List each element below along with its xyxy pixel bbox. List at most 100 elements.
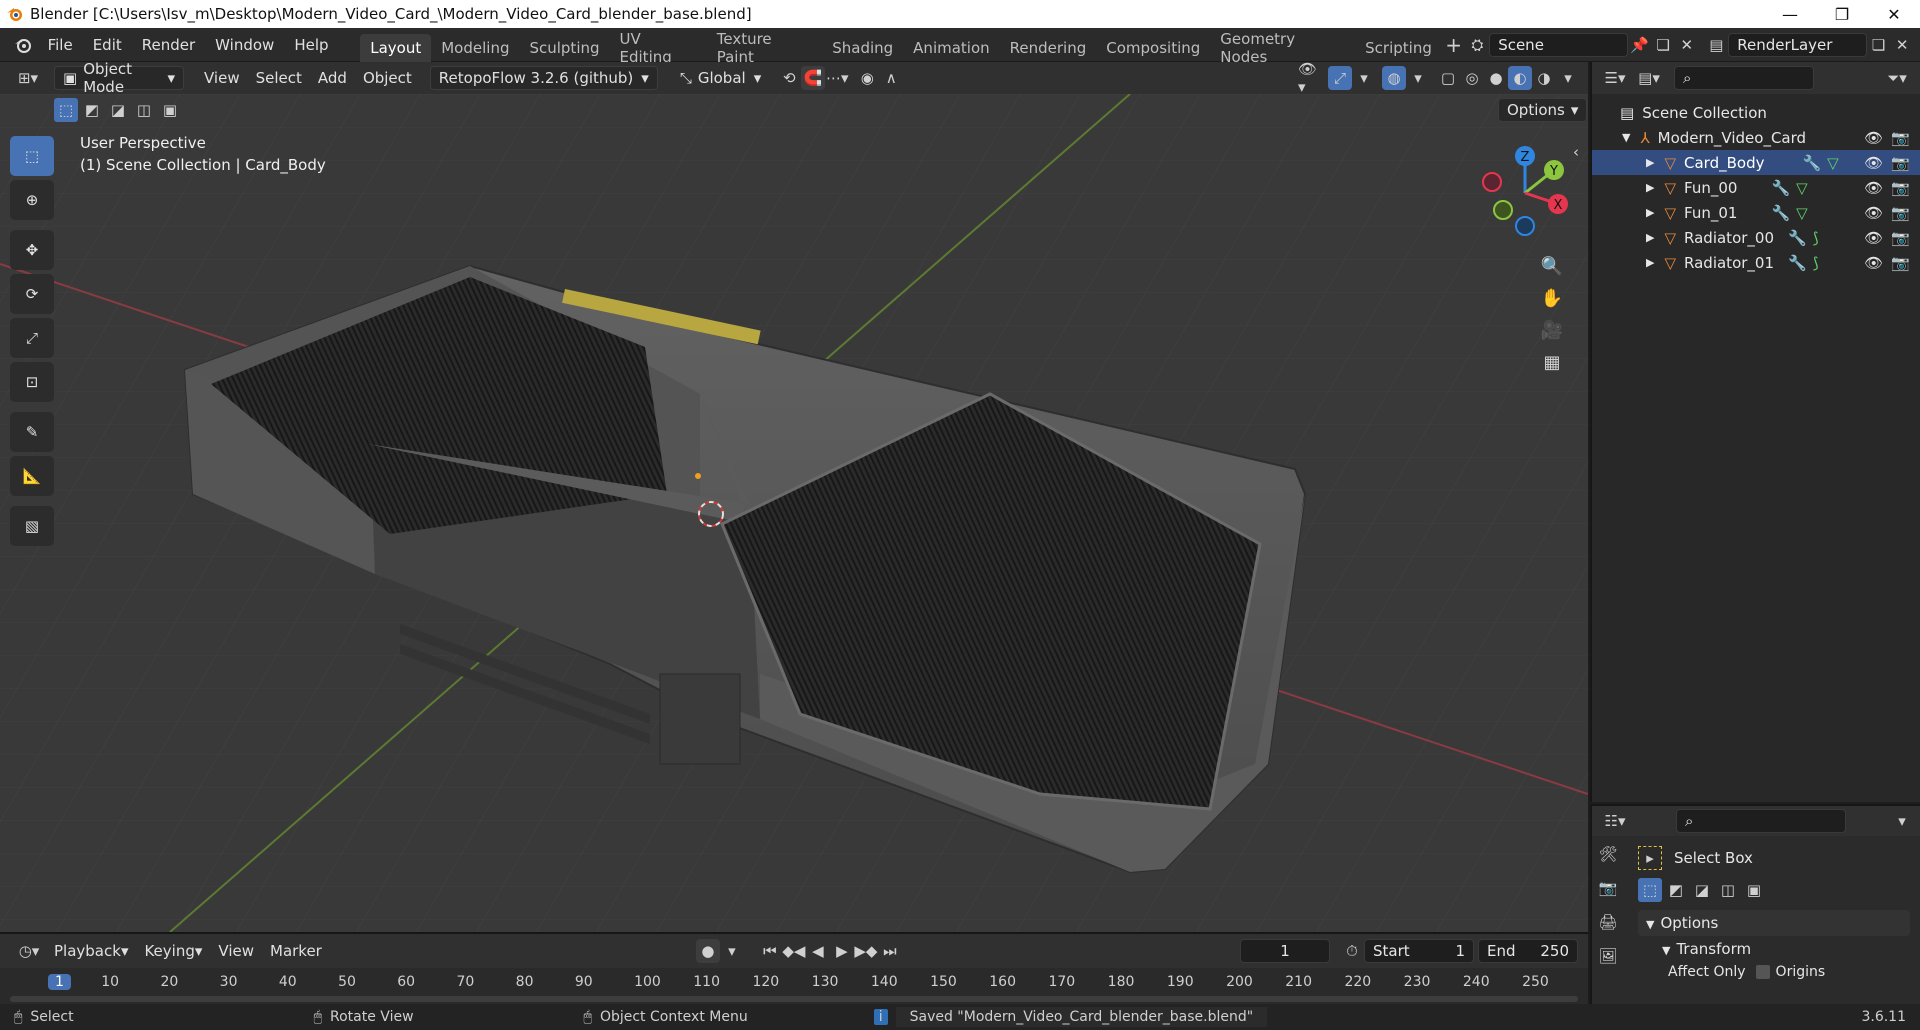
- tab-animation[interactable]: Animation: [903, 34, 999, 62]
- stopwatch-icon[interactable]: ⏱: [1340, 939, 1364, 963]
- select-new-icon[interactable]: ⬚: [54, 98, 78, 122]
- modifier-wrench-icon[interactable]: 🔧: [1771, 204, 1790, 222]
- outliner-search-input[interactable]: ⌕: [1674, 66, 1814, 90]
- overlay-dropdown-icon[interactable]: ▾: [1406, 66, 1430, 90]
- add-workspace-icon[interactable]: +: [1442, 33, 1466, 57]
- eye-icon[interactable]: 👁: [1864, 204, 1883, 222]
- output-properties-icon[interactable]: 🖨: [1596, 910, 1620, 934]
- select-new-icon[interactable]: ⬚: [1638, 878, 1662, 902]
- options-dropdown[interactable]: Options ▾: [1498, 98, 1588, 122]
- expand-arrow-icon[interactable]: ▶: [1646, 231, 1654, 244]
- zoom-icon[interactable]: 🔍: [1540, 254, 1564, 278]
- minimize-icon[interactable]: —: [1764, 0, 1816, 28]
- proportional-edit-icon[interactable]: ◉: [855, 66, 879, 90]
- menu-playback[interactable]: Playback ▾: [46, 939, 136, 963]
- menu-edit[interactable]: Edit: [83, 28, 132, 62]
- visibility-icon[interactable]: 👁▾: [1298, 60, 1322, 96]
- scale-tool-icon[interactable]: ⤢: [10, 318, 54, 358]
- end-frame-field[interactable]: End 250: [1478, 939, 1578, 963]
- menu-add[interactable]: Add: [310, 66, 355, 90]
- next-keyframe-icon[interactable]: ▶◆: [854, 939, 878, 963]
- falloff-icon[interactable]: ∧: [879, 66, 903, 90]
- origins-checkbox[interactable]: [1755, 965, 1770, 979]
- select-extend-icon[interactable]: ◩: [80, 98, 104, 122]
- expand-arrow-icon[interactable]: ▼: [1622, 131, 1630, 144]
- shading-dropdown-icon[interactable]: ▾: [1556, 66, 1580, 90]
- tab-layout[interactable]: Layout: [360, 33, 432, 62]
- new-scene-icon[interactable]: ❏: [1651, 33, 1675, 57]
- outliner-scene-collection[interactable]: ▤ Scene Collection: [1592, 100, 1920, 125]
- move-tool-icon[interactable]: ✥: [10, 230, 54, 270]
- expand-arrow-icon[interactable]: ▶: [1646, 156, 1654, 169]
- new-layer-icon[interactable]: ❏: [1867, 33, 1891, 57]
- overlay-icon[interactable]: ◍: [1382, 66, 1406, 90]
- expand-arrow-icon[interactable]: ▶: [1646, 181, 1654, 194]
- transform-subpanel[interactable]: ▼ Transform: [1638, 936, 1910, 962]
- render-layer-field[interactable]: RenderLayer: [1728, 32, 1867, 57]
- orientation-dropdown[interactable]: ⤡ Global ▾: [672, 66, 769, 90]
- blender-menu-icon[interactable]: [8, 33, 38, 57]
- tab-compositing[interactable]: Compositing: [1096, 34, 1210, 62]
- menu-keying[interactable]: Keying ▾: [136, 939, 210, 963]
- play-reverse-icon[interactable]: ◀: [806, 939, 830, 963]
- menu-render[interactable]: Render: [132, 28, 205, 62]
- expand-arrow-icon[interactable]: ▶: [1646, 206, 1654, 219]
- outliner-object-row[interactable]: ▶ ▽ Card_Body 🔧 ▽ 👁 📷: [1592, 150, 1920, 175]
- cursor-tool-icon[interactable]: ⊕: [10, 180, 54, 220]
- outliner-collection-row[interactable]: ▼ ⅄ Modern_Video_Card 👁 📷: [1592, 125, 1920, 150]
- mesh-data-icon[interactable]: ▽: [1796, 204, 1808, 222]
- pin-icon[interactable]: 📌: [1628, 33, 1652, 57]
- render-properties-icon[interactable]: 📷: [1596, 876, 1620, 900]
- outliner-editor-icon[interactable]: ☰▾: [1598, 66, 1632, 90]
- rotate-tool-icon[interactable]: ⟳: [10, 274, 54, 314]
- properties-search-input[interactable]: ⌕: [1676, 809, 1846, 833]
- outliner-object-row[interactable]: ▶ ▽ Fun_01 🔧 ▽ 👁 📷: [1592, 200, 1920, 225]
- select-invert-icon[interactable]: ◫: [1716, 878, 1740, 902]
- expand-arrow-icon[interactable]: ▶: [1646, 256, 1654, 269]
- menu-view[interactable]: View: [196, 66, 248, 90]
- material-shading-icon[interactable]: ◐: [1508, 66, 1532, 90]
- render-layer-icon[interactable]: ▤: [1705, 33, 1729, 57]
- modifier-wrench-icon[interactable]: 🔧: [1788, 254, 1807, 272]
- display-mode-icon[interactable]: ▤▾: [1632, 66, 1666, 90]
- tab-modeling[interactable]: Modeling: [431, 34, 519, 62]
- transform-tool-icon[interactable]: ⊡: [10, 362, 54, 402]
- filter-icon[interactable]: ⏷▾: [1880, 66, 1914, 90]
- tab-texture-paint[interactable]: Texture Paint: [707, 30, 823, 66]
- timeline-editor-icon[interactable]: ◷▾: [12, 939, 46, 963]
- editor-type-icon[interactable]: ⊞▾: [10, 66, 46, 90]
- retopoflow-dropdown[interactable]: RetopoFlow 3.2.6 (github) ▾: [429, 66, 658, 90]
- menu-help[interactable]: Help: [284, 28, 338, 62]
- wireframe-shading-icon[interactable]: ◎: [1460, 66, 1484, 90]
- select-invert-icon[interactable]: ◫: [132, 98, 156, 122]
- start-frame-field[interactable]: Start 1: [1364, 939, 1474, 963]
- record-icon[interactable]: ●: [695, 939, 720, 963]
- modifier-wrench-icon[interactable]: 🔧: [1788, 229, 1807, 247]
- snap-target-icon[interactable]: ⋯▾: [825, 66, 849, 90]
- eye-icon[interactable]: 👁: [1864, 254, 1883, 272]
- eye-icon[interactable]: 👁: [1864, 179, 1883, 197]
- camera-view-icon[interactable]: 🎥: [1540, 318, 1564, 342]
- menu-window[interactable]: Window: [205, 28, 284, 62]
- rendered-shading-icon[interactable]: ◑: [1532, 66, 1556, 90]
- select-subtract-icon[interactable]: ◪: [1690, 878, 1714, 902]
- view-layer-icon[interactable]: 🖼: [1596, 944, 1620, 968]
- outliner-object-row[interactable]: ▶ ▽ Fun_00 🔧 ▽ 👁 📷: [1592, 175, 1920, 200]
- pivot-icon[interactable]: ⟲: [777, 66, 801, 90]
- modifier-wrench-icon[interactable]: 🔧: [1802, 154, 1821, 172]
- scene-selector-icon[interactable]: ⛭: [1466, 33, 1490, 57]
- tool-settings-icon[interactable]: 🛠: [1596, 842, 1620, 866]
- modifier-wrench-icon[interactable]: 🔧: [1771, 179, 1790, 197]
- add-cube-tool-icon[interactable]: ▧: [10, 506, 54, 546]
- select-extend-icon[interactable]: ◩: [1664, 878, 1688, 902]
- solid-shading-icon[interactable]: ●: [1484, 66, 1508, 90]
- menu-object[interactable]: Object: [355, 66, 420, 90]
- scene-field[interactable]: Scene: [1489, 32, 1628, 57]
- 3d-viewport[interactable]: User Perspective (1) Scene Collection | …: [0, 94, 1588, 932]
- select-intersect-icon[interactable]: ▣: [1742, 878, 1766, 902]
- camera-render-icon[interactable]: 📷: [1891, 154, 1910, 172]
- perspective-grid-icon[interactable]: ▦: [1540, 350, 1564, 374]
- tab-rendering[interactable]: Rendering: [1000, 34, 1097, 62]
- restore-icon[interactable]: ❐: [1816, 0, 1868, 28]
- tab-sculpting[interactable]: Sculpting: [519, 34, 609, 62]
